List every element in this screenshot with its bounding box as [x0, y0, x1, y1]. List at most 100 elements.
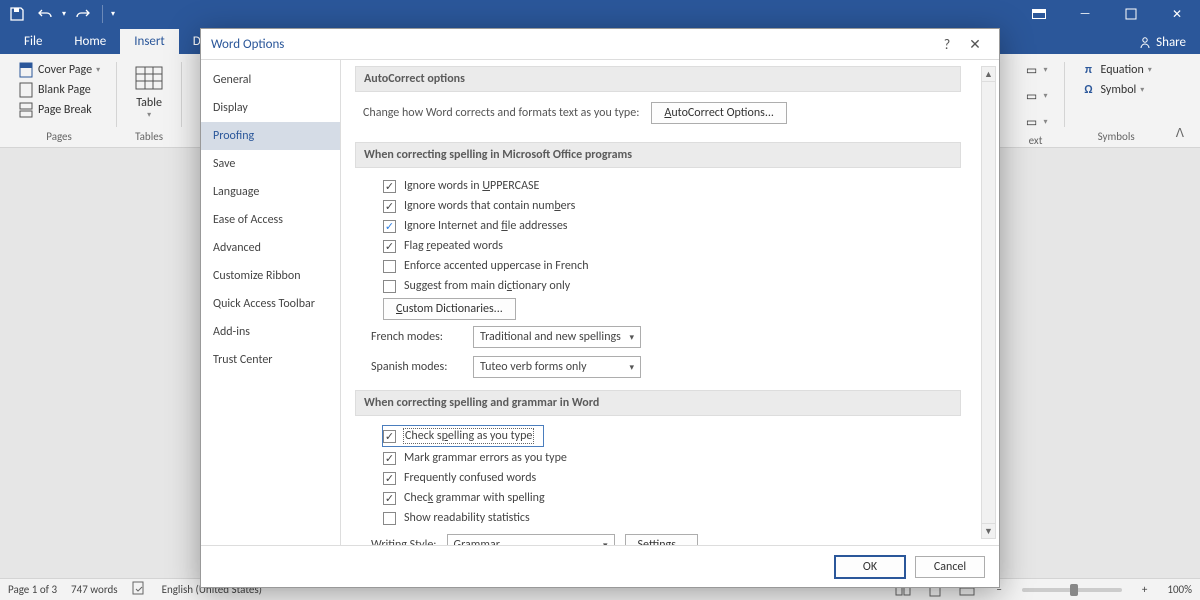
check-ignore-uppercase[interactable]: Ignore words in UPPERCASE [363, 176, 979, 196]
quick-access-toolbar: ▾ ▾ [0, 0, 115, 28]
checkbox-icon [383, 260, 396, 273]
dialog-close-button[interactable]: ✕ [961, 30, 989, 58]
minimize-button[interactable]: — [1062, 0, 1108, 28]
close-window-button[interactable]: ✕ [1154, 0, 1200, 28]
section-word-spelling: When correcting spelling and grammar in … [355, 390, 961, 416]
nav-display[interactable]: Display [201, 94, 340, 122]
zoom-slider[interactable] [1022, 588, 1122, 592]
writing-style-label: Writing Style: [371, 538, 437, 545]
redo-icon[interactable] [72, 3, 94, 25]
nav-language[interactable]: Language [201, 178, 340, 206]
symbol-button[interactable]: Ω Symbol ▾ [1077, 80, 1149, 100]
ribbon-right-icons: ▭▾ ▭▾ ▭▾ ext [1014, 58, 1058, 147]
blank-page-icon [18, 82, 34, 98]
collapse-ribbon-icon[interactable]: ᐱ [1168, 120, 1192, 147]
section-office-spelling: When correcting spelling in Microsoft Of… [355, 142, 961, 168]
tab-insert[interactable]: Insert [120, 29, 179, 54]
ribbon-group-pages: Cover Page ▾ Blank Page Page Break Pages [8, 58, 110, 147]
check-confused-words[interactable]: Frequently confused words [363, 468, 979, 488]
nav-advanced[interactable]: Advanced [201, 234, 340, 262]
qat-customize-icon[interactable]: ▾ [111, 9, 115, 19]
ribbon-group-symbols: π Equation ▾ Ω Symbol ▾ Symbols [1071, 58, 1162, 147]
cover-page-button[interactable]: Cover Page ▾ [14, 60, 104, 80]
cancel-button[interactable]: Cancel [915, 556, 985, 578]
equation-button[interactable]: π Equation ▾ [1077, 60, 1156, 80]
symbol-icon: Ω [1081, 82, 1097, 98]
blank-page-button[interactable]: Blank Page [14, 80, 95, 100]
ribbon-display-options[interactable] [1016, 0, 1062, 28]
ok-button[interactable]: OK [835, 556, 905, 578]
check-ignore-numbers[interactable]: Ignore words that contain numbers [363, 196, 979, 216]
check-grammar-with-spelling[interactable]: Check grammar with spelling [363, 488, 979, 508]
ribbon-small-btn2[interactable]: ▭▾ [1020, 86, 1052, 106]
ribbon-group-label: Tables [129, 128, 169, 147]
undo-dropdown-icon[interactable]: ▾ [62, 9, 66, 19]
settings-button[interactable]: Settings... [625, 534, 698, 545]
dialog-footer: OK Cancel [201, 545, 999, 587]
dialog-scrollbar[interactable]: ▲ ▼ [981, 66, 996, 539]
tab-file[interactable]: File [6, 29, 60, 54]
chevron-down-icon: ▾ [96, 65, 100, 75]
nav-ease-of-access[interactable]: Ease of Access [201, 206, 340, 234]
chevron-down-icon: ▾ [1140, 85, 1144, 95]
ribbon-small-btn1[interactable]: ▭▾ [1020, 60, 1052, 80]
ribbon-small-btn3[interactable]: ▭▾ [1020, 112, 1052, 132]
checkbox-icon [383, 280, 396, 293]
check-readability[interactable]: Show readability statistics [363, 508, 979, 528]
spanish-modes-label: Spanish modes: [371, 360, 463, 374]
scroll-down-icon[interactable]: ▼ [982, 523, 995, 538]
nav-proofing[interactable]: Proofing [201, 122, 340, 150]
nav-add-ins[interactable]: Add-ins [201, 318, 340, 346]
tab-home[interactable]: Home [60, 29, 120, 54]
table-button[interactable]: Table ▾ [129, 60, 169, 122]
word-options-dialog: Word Options ? ✕ General Display Proofin… [200, 28, 1000, 588]
custom-dictionaries-button[interactable]: Custom Dictionaries... [383, 298, 516, 320]
spanish-modes-combo[interactable]: Tuteo verb forms only▾ [473, 356, 641, 378]
share-button[interactable]: Share [1124, 31, 1200, 54]
ribbon-group-tables: Table ▾ Tables [123, 58, 175, 147]
nav-customize-ribbon[interactable]: Customize Ribbon [201, 262, 340, 290]
undo-icon[interactable] [34, 3, 56, 25]
check-spelling-as-type[interactable]: Check spelling as you type [383, 426, 543, 446]
status-words[interactable]: 747 words [71, 583, 118, 596]
ribbon-group-label: Pages [14, 128, 104, 147]
maximize-button[interactable] [1108, 0, 1154, 28]
nav-general[interactable]: General [201, 66, 340, 94]
checkbox-icon [383, 430, 396, 443]
nav-trust-center[interactable]: Trust Center [201, 346, 340, 374]
dialog-nav: General Display Proofing Save Language E… [201, 60, 341, 545]
dialog-title-bar: Word Options ? ✕ [201, 29, 999, 59]
french-modes-label: French modes: [371, 330, 463, 344]
share-label: Share [1156, 35, 1186, 50]
checkbox-icon [383, 200, 396, 213]
autocorrect-row: Change how Word corrects and formats tex… [355, 92, 979, 134]
dialog-title: Word Options [211, 37, 933, 52]
page-break-icon [18, 102, 34, 118]
writing-style-combo[interactable]: Grammar▾ [447, 534, 615, 545]
check-main-dictionary[interactable]: Suggest from main dictionary only [363, 276, 979, 296]
autocorrect-options-button[interactable]: AutoCorrect Options... [651, 102, 787, 124]
zoom-level[interactable]: 100% [1167, 583, 1192, 596]
window-controls: — ✕ [1016, 0, 1200, 28]
checkbox-icon [383, 180, 396, 193]
check-grammar-errors[interactable]: Mark grammar errors as you type [363, 448, 979, 468]
nav-save[interactable]: Save [201, 150, 340, 178]
chevron-down-icon: ▾ [1148, 65, 1152, 75]
cover-page-icon [18, 62, 34, 78]
dialog-help-button[interactable]: ? [933, 30, 961, 58]
save-icon[interactable] [6, 3, 28, 25]
check-ignore-internet[interactable]: Ignore Internet and file addresses [363, 216, 979, 236]
nav-quick-access-toolbar[interactable]: Quick Access Toolbar [201, 290, 340, 318]
table-icon [133, 62, 165, 94]
status-page[interactable]: Page 1 of 3 [8, 583, 57, 596]
zoom-in-button[interactable]: + [1136, 583, 1153, 596]
check-enforce-accented[interactable]: Enforce accented uppercase in French [363, 256, 979, 276]
spellcheck-status-icon[interactable] [132, 581, 148, 598]
checkbox-icon [383, 512, 396, 525]
checkbox-icon [383, 452, 396, 465]
french-modes-combo[interactable]: Traditional and new spellings▾ [473, 326, 641, 348]
check-flag-repeated[interactable]: Flag repeated words [363, 236, 979, 256]
page-break-button[interactable]: Page Break [14, 100, 96, 120]
scroll-up-icon[interactable]: ▲ [982, 67, 995, 82]
ribbon-group-label: Symbols [1077, 128, 1156, 147]
